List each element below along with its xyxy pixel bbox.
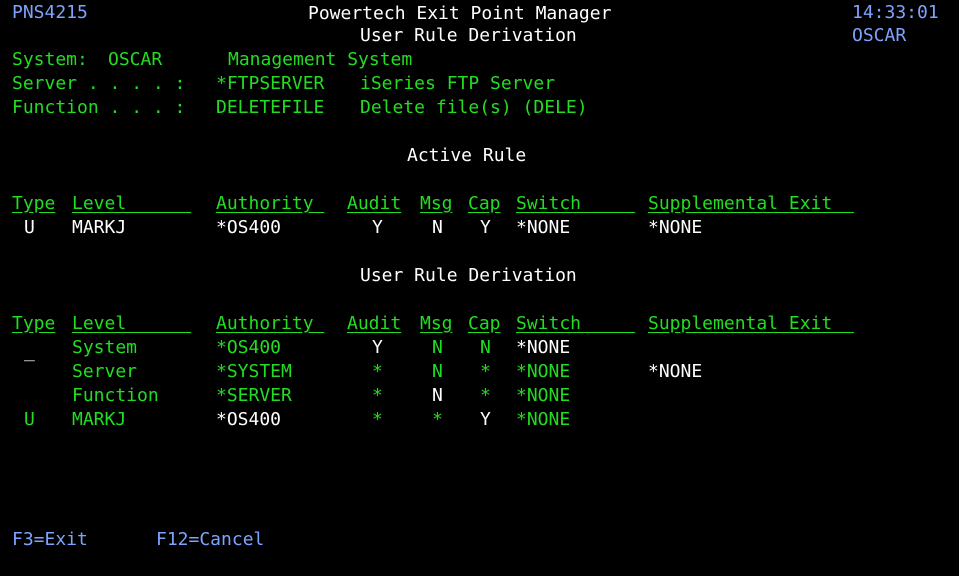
system-label: System: — [12, 49, 88, 70]
f3-exit-key[interactable]: F3=Exit — [12, 528, 88, 552]
cell-switch: *NONE — [516, 217, 571, 238]
cell-audit: Y — [372, 337, 383, 358]
cell-type: U — [24, 409, 35, 430]
cell-audit: * — [372, 409, 383, 430]
f12-cancel-key[interactable]: F12=Cancel — [156, 528, 264, 552]
cell-cap: * — [480, 385, 491, 406]
cell-authority: *OS400 — [216, 217, 282, 238]
cell-msg: N — [432, 217, 443, 238]
type-input[interactable]: _ — [24, 340, 35, 364]
screen-subtitle: User Rule Derivation — [360, 25, 577, 46]
screen-title: Powertech Exit Point Manager — [308, 3, 612, 24]
function-value: DELETEFILE — [216, 97, 325, 118]
col-level: Level — [72, 193, 192, 214]
cell-msg: N — [432, 337, 443, 358]
col-type: Type — [12, 313, 56, 334]
cell-switch: *NONE — [516, 385, 571, 406]
col-msg: Msg — [420, 193, 453, 214]
cell-switch: *NONE — [516, 409, 571, 430]
cell-supplemental-exit: *NONE — [648, 217, 703, 238]
clock-time: 14:33:01 — [852, 2, 939, 23]
cell-level: MARKJ — [72, 409, 127, 430]
cell-level: MARKJ — [72, 217, 127, 238]
cell-type: U — [24, 217, 35, 238]
cell-msg: * — [432, 409, 443, 430]
program-id: PNS4215 — [12, 2, 88, 23]
system-description: Management System — [228, 49, 413, 70]
cell-cap: * — [480, 361, 491, 382]
cell-switch: *NONE — [516, 337, 571, 358]
col-audit: Audit — [347, 313, 402, 334]
cell-audit: Y — [372, 217, 383, 238]
cell-level: Function — [72, 385, 159, 406]
cell-audit: * — [372, 361, 383, 382]
server-label: Server . . . . : — [12, 73, 186, 94]
cell-msg: N — [432, 385, 443, 406]
cell-switch: *NONE — [516, 361, 571, 382]
col-cap: Cap — [468, 313, 501, 334]
cell-level: Server — [72, 361, 138, 382]
col-authority: Authority — [216, 313, 325, 334]
cell-cap: Y — [480, 217, 491, 238]
server-description: iSeries FTP Server — [360, 73, 556, 94]
cell-supplemental-exit: *NONE — [648, 361, 703, 382]
col-level: Level — [72, 313, 192, 334]
cell-authority: *OS400 — [216, 409, 282, 430]
active-rule-heading: Active Rule — [407, 145, 527, 166]
col-supplemental-exit: Supplemental Exit — [648, 313, 854, 334]
derivation-heading: User Rule Derivation — [360, 265, 577, 286]
system-value: OSCAR — [108, 49, 163, 70]
cell-msg: N — [432, 361, 443, 382]
col-switch: Switch — [516, 313, 636, 334]
function-label: Function . . . : — [12, 97, 186, 118]
cell-level: System — [72, 337, 138, 358]
col-authority: Authority — [216, 193, 325, 214]
col-msg: Msg — [420, 313, 453, 334]
cell-authority: *SYSTEM — [216, 361, 292, 382]
cell-cap: Y — [480, 409, 491, 430]
col-switch: Switch — [516, 193, 636, 214]
function-description: Delete file(s) (DELE) — [360, 97, 588, 118]
col-type: Type — [12, 193, 56, 214]
server-value: *FTPSERVER — [216, 73, 325, 94]
cell-audit: * — [372, 385, 383, 406]
col-audit: Audit — [347, 193, 402, 214]
cell-authority: *OS400 — [216, 337, 282, 358]
col-cap: Cap — [468, 193, 501, 214]
col-supplemental-exit: Supplemental Exit — [648, 193, 854, 214]
system-name: OSCAR — [852, 25, 907, 46]
cell-authority: *SERVER — [216, 385, 292, 406]
cell-cap: N — [480, 337, 491, 358]
